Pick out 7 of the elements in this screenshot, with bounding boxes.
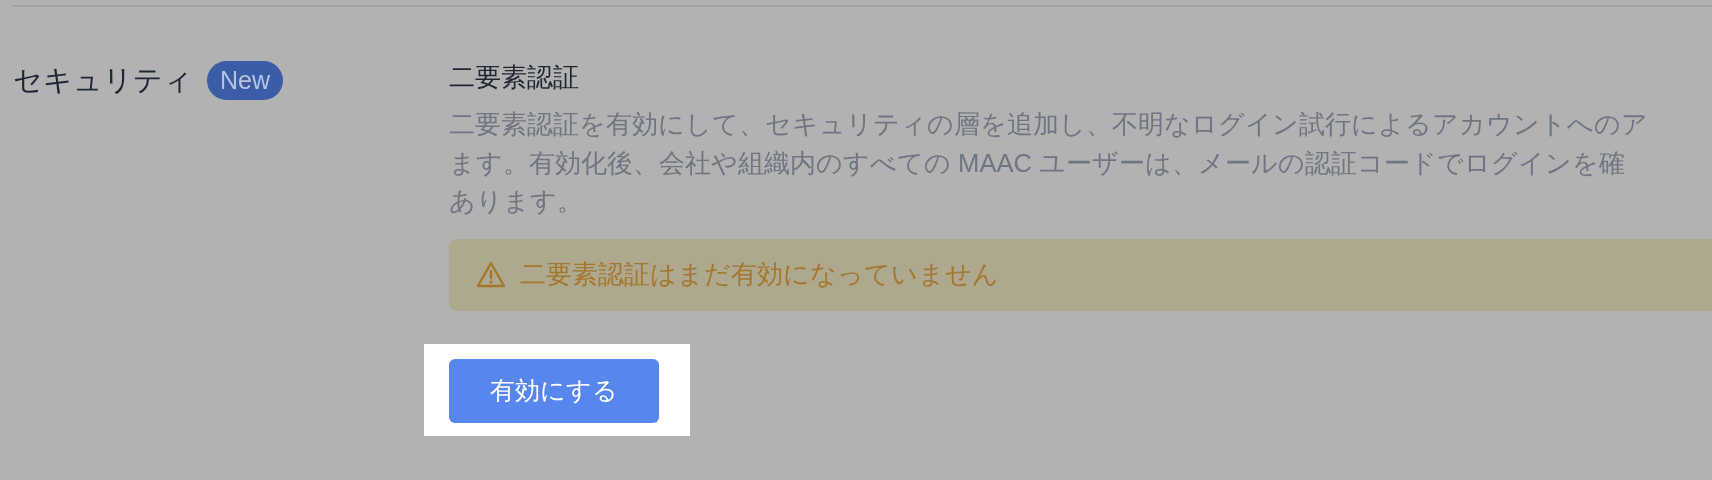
setting-description: 二要素認証を有効にして、セキュリティの層を追加し、不明なログイン試行によるアカウントへのア ます。有効化後、会社や組織内のすべての MAAC ユーザーは、メールの認証コードでログインを確 あります。 (449, 109, 1649, 217)
section-label: セキュリティ (13, 63, 193, 98)
warning-icon (476, 261, 506, 288)
setting-title: 二要素認証 (449, 61, 580, 94)
warning-text: 二要素認証はまだ有効になっていません (520, 259, 999, 290)
new-badge: New (207, 61, 283, 100)
enable-button[interactable]: 有効にする (449, 358, 659, 423)
